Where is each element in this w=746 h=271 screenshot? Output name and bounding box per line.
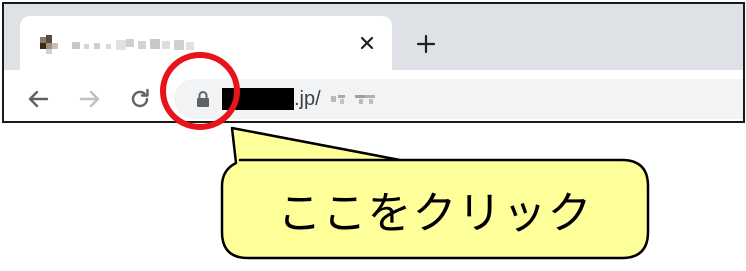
reload-button[interactable]	[126, 85, 154, 113]
lock-icon[interactable]	[196, 91, 210, 107]
arrow-right-icon	[79, 90, 100, 108]
browser-tab[interactable]	[20, 16, 392, 72]
tab-close-button[interactable]	[356, 32, 378, 54]
arrow-left-icon	[28, 90, 49, 108]
url-suffix: .jp/	[294, 87, 321, 110]
new-tab-button[interactable]	[414, 32, 438, 56]
plus-icon	[416, 34, 436, 54]
address-bar[interactable]: .jp/	[174, 79, 743, 119]
url-text[interactable]: .jp/	[222, 87, 377, 111]
browser-toolbar: .jp/	[4, 70, 743, 121]
browser-window: .jp/	[2, 2, 745, 123]
forward-button[interactable]	[76, 85, 104, 113]
tab-title-redacted	[72, 39, 194, 50]
url-path-redacted	[330, 95, 375, 104]
reload-icon	[131, 88, 149, 108]
url-domain-redacted	[222, 88, 294, 110]
callout-text: ここをクリック	[277, 188, 593, 239]
close-icon	[360, 36, 374, 50]
back-button[interactable]	[24, 85, 52, 113]
favicon-icon	[40, 35, 58, 54]
